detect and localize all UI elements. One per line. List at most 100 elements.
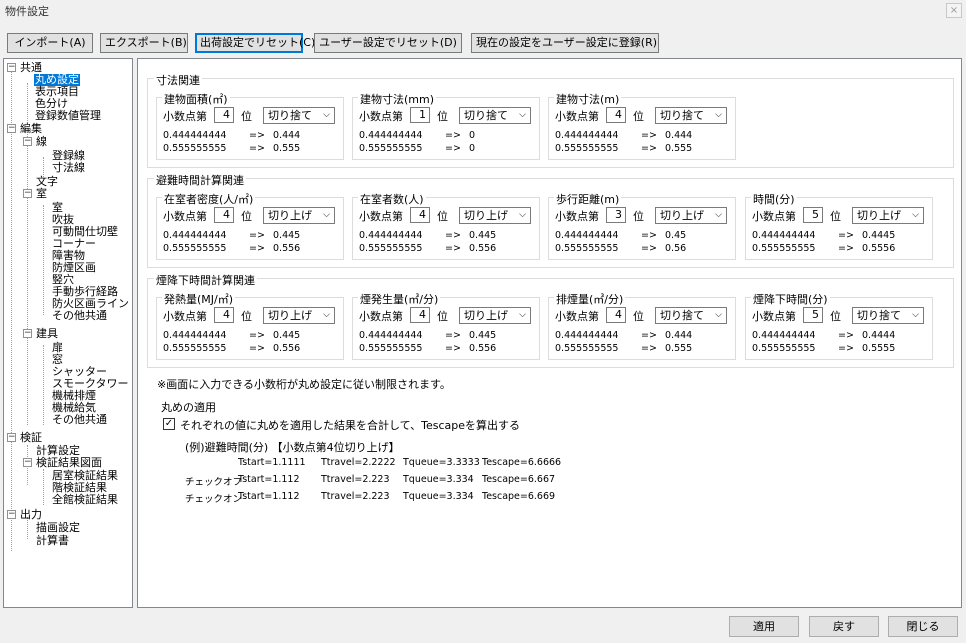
dimension-digit-input[interactable]: 4 [214,107,234,123]
smoke-digit-input[interactable]: 4 [214,307,234,323]
apply-group: 丸めの適用 ✓ それぞれの値に丸めを適用した結果を合計して、Tescapeを算出… [147,401,954,515]
evacuation-digit-input[interactable]: 3 [606,207,626,223]
arrow-label: => [249,230,265,241]
sample-value-2: 0.555555555 [359,343,423,354]
evacuation-digit-input[interactable]: 5 [803,207,823,223]
tree-item-result-diagram[interactable]: 検証結果図面 [36,457,102,469]
smoke-mode-select[interactable]: 切り捨て ⌵ [852,307,924,324]
sample-value-2: 0.555555555 [752,343,816,354]
evacuation-result-1: 0.4445 [862,230,896,241]
tree-item-calc-report[interactable]: 計算書 [36,535,69,547]
restriction-note: ※画面に入力できる小数桁が丸め設定に従い制限されます。 [157,378,451,391]
evacuation-result-2: 0.556 [469,243,497,254]
apply-group-title: 丸めの適用 [161,401,216,414]
arrow-label: => [249,143,265,154]
register-user-button[interactable]: 現在の設定をユーザー設定に登録(R) [471,33,659,53]
tree-item-building-result[interactable]: 全館検証結果 [52,494,118,506]
tree-item-room[interactable]: 室 [36,188,47,200]
import-button[interactable]: インポート(A) [7,33,93,53]
evacuation-result-1: 0.445 [469,230,497,241]
decimal-suffix-label: 位 [437,110,448,123]
tree-item-fitting[interactable]: 建具 [36,328,58,340]
smoke-digit-input[interactable]: 4 [606,307,626,323]
smoke-field-title: 排煙量(㎥/分) [554,291,626,307]
evacuation-mode-select[interactable]: 切り上げ ⌵ [852,207,924,224]
tree-item-output[interactable]: 出力 [20,509,42,521]
decimal-prefix-label: 小数点第 [752,210,796,223]
close-icon[interactable]: × [946,3,962,18]
dimension-field-title: 建物寸法(mm) [358,91,437,107]
revert-button[interactable]: 戻す [809,616,879,637]
tree-item-fitting-other[interactable]: その他共通 [52,414,107,426]
reset-user-button[interactable]: ユーザー設定でリセット(D) [314,33,462,53]
collapse-fitting-icon[interactable]: − [23,329,32,338]
chevron-down-icon: ⌵ [323,210,330,220]
tree-item-register-values[interactable]: 登録数値管理 [35,110,101,122]
decimal-prefix-label: 小数点第 [163,210,207,223]
settings-tree[interactable]: − 共通 丸め設定 表示項目 色分け 登録数値管理 − 編集 − 線 登録線 寸… [3,58,133,608]
dimension-digit-input[interactable]: 4 [606,107,626,123]
smoke-field-3: 煙降下時間(分) 小数点第 5 位 切り捨て ⌵ 0.444444444 => 0.4444 0.… [745,291,933,360]
dimension-result-1: 0.444 [273,130,301,141]
chevron-down-icon: ⌵ [912,310,919,320]
evacuation-field-0: 在室者密度(人/㎡) 小数点第 4 位 切り上げ ⌵ 0.444444444 => 0.445 0… [156,191,344,260]
collapse-edit-icon[interactable]: − [7,124,16,133]
example-row-label: チェックオフ [185,477,243,488]
chevron-down-icon: ⌵ [519,210,526,220]
close-button[interactable]: 閉じる [888,616,958,637]
smoke-digit-input[interactable]: 5 [803,307,823,323]
sample-value-1: 0.444444444 [163,330,227,341]
smoke-result-1: 0.444 [665,330,693,341]
collapse-room-icon[interactable]: − [23,189,32,198]
decimal-prefix-label: 小数点第 [359,110,403,123]
reset-factory-button[interactable]: 出荷設定でリセット(C) [195,33,315,53]
tree-item-dimension-line[interactable]: 寸法線 [52,162,85,174]
smoke-result-1: 0.445 [273,330,301,341]
chevron-down-icon: ⌵ [323,110,330,120]
sample-value-2: 0.555555555 [752,243,816,254]
tree-item-edit[interactable]: 編集 [20,123,42,135]
dimension-result-2: 0.555 [665,143,693,154]
chevron-down-icon: ⌵ [519,110,526,120]
sample-value-1: 0.444444444 [163,130,227,141]
evacuation-mode-select[interactable]: 切り上げ ⌵ [459,207,531,224]
export-button[interactable]: エクスポート(B) [100,33,188,53]
sample-value-2: 0.555555555 [163,343,227,354]
dimension-mode-select[interactable]: 切り捨て ⌵ [263,107,335,124]
collapse-line-icon[interactable]: − [23,137,32,146]
collapse-result-diagram-icon[interactable]: − [23,458,32,467]
smoke-mode-select[interactable]: 切り上げ ⌵ [263,307,335,324]
tree-item-room-other[interactable]: その他共通 [52,310,107,322]
smoke-mode-select[interactable]: 切り上げ ⌵ [459,307,531,324]
decimal-suffix-label: 位 [437,310,448,323]
dimension-mode-select[interactable]: 切り捨て ⌵ [655,107,727,124]
example-tqueue: Tqueue=3.334 [403,491,474,502]
tree-item-draw-settings[interactable]: 描画設定 [36,522,80,534]
dimension-digit-input[interactable]: 1 [410,107,430,123]
smoke-result-2: 0.556 [469,343,497,354]
apply-button[interactable]: 適用 [729,616,799,637]
collapse-output-icon[interactable]: − [7,510,16,519]
smoke-mode-select[interactable]: 切り捨て ⌵ [655,307,727,324]
tree-item-verify[interactable]: 検証 [20,432,42,444]
evacuation-digit-input[interactable]: 4 [410,207,430,223]
example-tescape: Tescape=6.6666 [482,457,562,468]
smoke-digit-input[interactable]: 4 [410,307,430,323]
dimension-field-1: 建物寸法(mm) 小数点第 1 位 切り捨て ⌵ 0.444444444 => 0 0.55555… [352,91,540,160]
smoke-result-2: 0.5555 [862,343,896,354]
sample-value-2: 0.555555555 [555,343,619,354]
evacuation-mode-select[interactable]: 切り上げ ⌵ [655,207,727,224]
chevron-down-icon: ⌵ [912,210,919,220]
evacuation-mode-select[interactable]: 切り上げ ⌵ [263,207,335,224]
tree-item-line[interactable]: 線 [36,136,47,148]
select-value: 切り捨て [660,109,704,122]
decimal-prefix-label: 小数点第 [163,310,207,323]
evacuation-result-1: 0.445 [273,230,301,241]
dimension-mode-select[interactable]: 切り捨て ⌵ [459,107,531,124]
evacuation-digit-input[interactable]: 4 [214,207,234,223]
collapse-common-icon[interactable]: − [7,63,16,72]
apply-rounding-checkbox[interactable]: ✓ [163,418,175,430]
smoke-result-2: 0.556 [273,343,301,354]
example-tescape: Tescape=6.669 [482,491,556,502]
collapse-verify-icon[interactable]: − [7,433,16,442]
